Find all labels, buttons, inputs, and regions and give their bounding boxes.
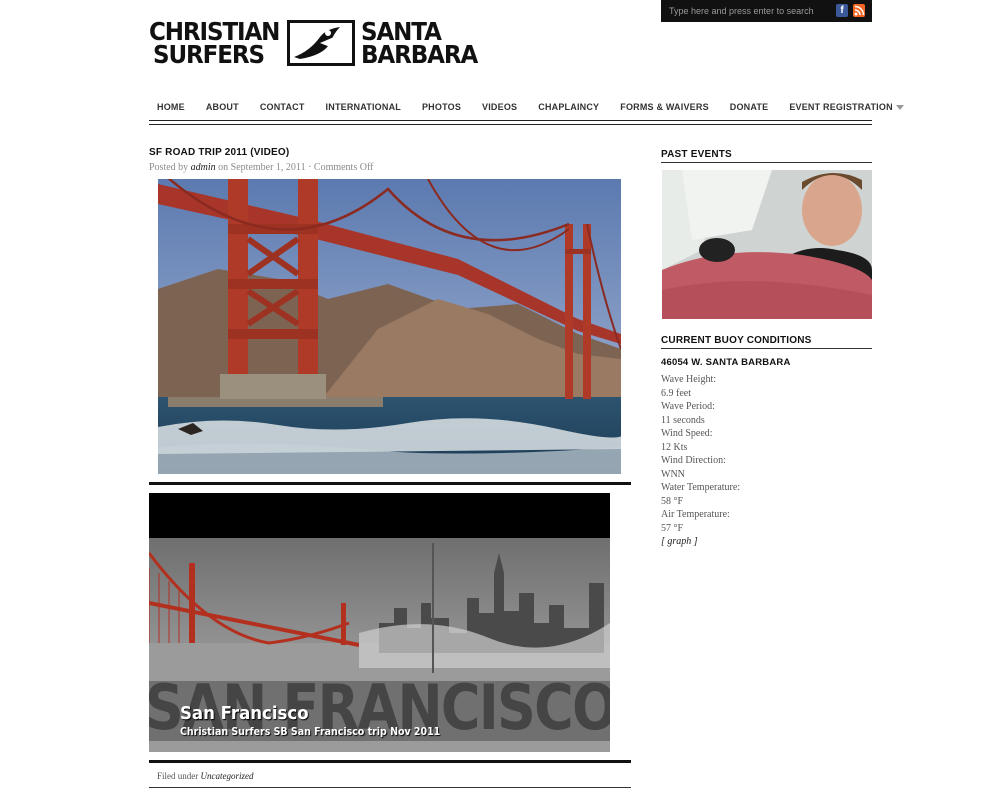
air-temp-label: Air Temperature: (661, 509, 730, 520)
category-link[interactable]: Uncategorized (201, 771, 254, 781)
post-author-link[interactable]: admin (191, 162, 216, 173)
post-divider (149, 482, 631, 485)
buoy-station-name: 46054 W. SANTA BARBARA (661, 357, 791, 368)
past-events-heading: PAST EVENTS (661, 149, 732, 160)
buoy-conditions: Wave Height: 6.9 feet Wave Period: 11 se… (661, 373, 740, 549)
past-events-photo[interactable] (662, 170, 872, 319)
nav-forms-waivers[interactable]: FORMS & WAIVERS (620, 100, 709, 114)
buoy-heading: CURRENT BUOY CONDITIONS (661, 335, 812, 346)
nav-photos[interactable]: PHOTOS (422, 100, 461, 114)
nav-event-registration[interactable]: EVENT REGISTRATION (789, 100, 904, 114)
nav-divider-bottom (149, 124, 872, 125)
wave-period-value: 11 seconds (661, 414, 705, 426)
wave-height-label: Wave Height: (661, 374, 717, 385)
facebook-icon[interactable]: f (836, 4, 848, 17)
rss-icon[interactable] (853, 4, 865, 17)
golden-gate-photo (158, 179, 621, 474)
wind-speed-value: 12 Kts (661, 441, 688, 453)
air-temp-value: 57 °F (661, 522, 684, 534)
water-temp-value: 58 °F (661, 495, 684, 507)
video-embed[interactable]: SAN FRANCISCO San Francisco Christian Su… (149, 493, 610, 752)
site-logo[interactable]: Christian Surfers Santa Barbara (149, 18, 484, 70)
dropdown-caret-icon (895, 105, 904, 111)
wind-direction-label: Wind Direction: (661, 455, 726, 466)
post-footer-divider (149, 787, 631, 788)
video-subtitle: Christian Surfers SB San Francisco trip … (180, 726, 441, 738)
wave-height-value: 6.9 feet (661, 387, 691, 399)
video-divider (149, 760, 631, 763)
post-title[interactable]: SF ROAD TRIP 2011 (VIDEO) (149, 147, 289, 158)
post-category: Filed under Uncategorized (157, 771, 254, 781)
nav-chaplaincy[interactable]: CHAPLAINCY (538, 100, 599, 114)
nav-home[interactable]: HOME (157, 100, 185, 114)
nav-international[interactable]: INTERNATIONAL (326, 100, 401, 114)
search-input[interactable] (669, 4, 819, 18)
logo-line2-right: Barbara (361, 40, 478, 69)
graph-link[interactable]: [ graph ] (661, 535, 740, 549)
water-temp-label: Water Temperature: (661, 482, 741, 493)
buoy-divider (661, 348, 872, 349)
nav-divider-top (149, 120, 872, 121)
search-bar: f (661, 0, 872, 22)
wave-period-label: Wave Period: (661, 401, 715, 412)
wind-direction-value: WNN (661, 468, 685, 480)
nav-donate[interactable]: DONATE (730, 100, 769, 114)
filed-under-label: Filed under (157, 771, 199, 781)
surfer-logo-icon (287, 20, 355, 66)
nav-about[interactable]: ABOUT (206, 100, 239, 114)
past-events-divider (661, 162, 872, 163)
main-nav: HOME ABOUT CONTACT INTERNATIONAL PHOTOS … (149, 100, 918, 114)
post-meta: Posted by admin on September 1, 2011 · C… (149, 162, 373, 173)
nav-event-registration-label: EVENT REGISTRATION (789, 102, 893, 112)
nav-videos[interactable]: VIDEOS (482, 100, 517, 114)
nav-contact[interactable]: CONTACT (260, 100, 305, 114)
post-date: on September 1, 2011 · Comments Off (218, 162, 374, 173)
logo-line2-left: Surfers (153, 40, 265, 69)
posted-by-label: Posted by (149, 162, 189, 173)
video-title: San Francisco (180, 703, 309, 724)
wind-speed-label: Wind Speed: (661, 428, 713, 439)
